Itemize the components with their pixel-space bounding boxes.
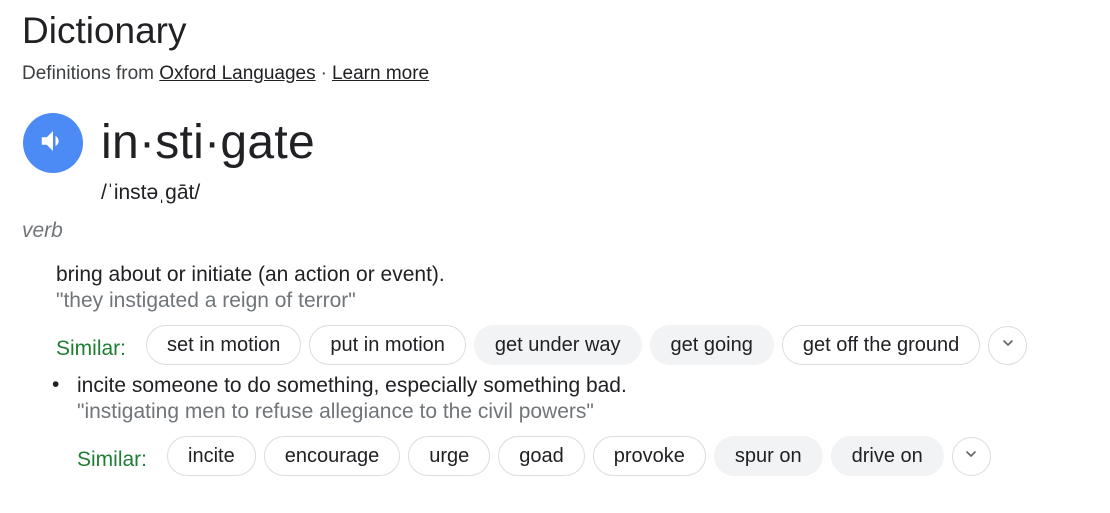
bullet: •: [52, 373, 60, 396]
similar-chip[interactable]: get under way: [473, 325, 642, 365]
similar-chip[interactable]: goad: [498, 436, 585, 476]
phonetic-spelling: /ˈinstəˌɡāt/: [101, 181, 201, 204]
separator: ·: [320, 63, 327, 84]
headword: in·sti·gate: [101, 116, 316, 169]
similar-label-2: Similar:: [77, 448, 148, 471]
similar-chip[interactable]: set in motion: [146, 325, 302, 365]
similar-chips-2: incite encourage urge goad provoke spur on dri…: [167, 436, 991, 476]
similar-chip[interactable]: drive on: [830, 436, 944, 476]
chevron-down-icon: [1000, 335, 1016, 356]
similar-chip[interactable]: urge: [408, 436, 491, 476]
similar-chips-1: set in motion put in motion get under way g…: [146, 325, 1028, 365]
chevron-down-icon: [963, 446, 979, 467]
example-1: "they instigated a reign of terror": [56, 289, 356, 312]
similar-chip[interactable]: get off the ground: [781, 325, 981, 365]
source-prefix: Definitions from: [22, 63, 154, 84]
similar-chip[interactable]: provoke: [592, 436, 706, 476]
part-of-speech: verb: [22, 219, 63, 242]
similar-chip[interactable]: spur on: [713, 436, 823, 476]
expand-button[interactable]: [988, 325, 1028, 365]
definition-1: bring about or initiate (an action or ev…: [56, 263, 445, 286]
similar-label-1: Similar:: [56, 337, 127, 360]
similar-chip[interactable]: get going: [649, 325, 774, 365]
definition-2: incite someone to do something, especial…: [77, 374, 627, 397]
similar-chip[interactable]: put in motion: [309, 325, 466, 365]
speaker-icon: [38, 126, 68, 161]
similar-chip[interactable]: incite: [167, 436, 256, 476]
oxford-languages-link[interactable]: Oxford Languages: [159, 63, 315, 84]
example-2: "instigating men to refuse allegiance to…: [77, 400, 594, 423]
pronunciation-button[interactable]: [23, 113, 83, 173]
page-title: Dictionary: [22, 10, 187, 51]
learn-more-link[interactable]: Learn more: [332, 63, 429, 84]
source-line: Definitions from Oxford Languages · Learn …: [22, 62, 429, 86]
expand-button[interactable]: [951, 436, 991, 476]
similar-chip[interactable]: encourage: [263, 436, 401, 476]
